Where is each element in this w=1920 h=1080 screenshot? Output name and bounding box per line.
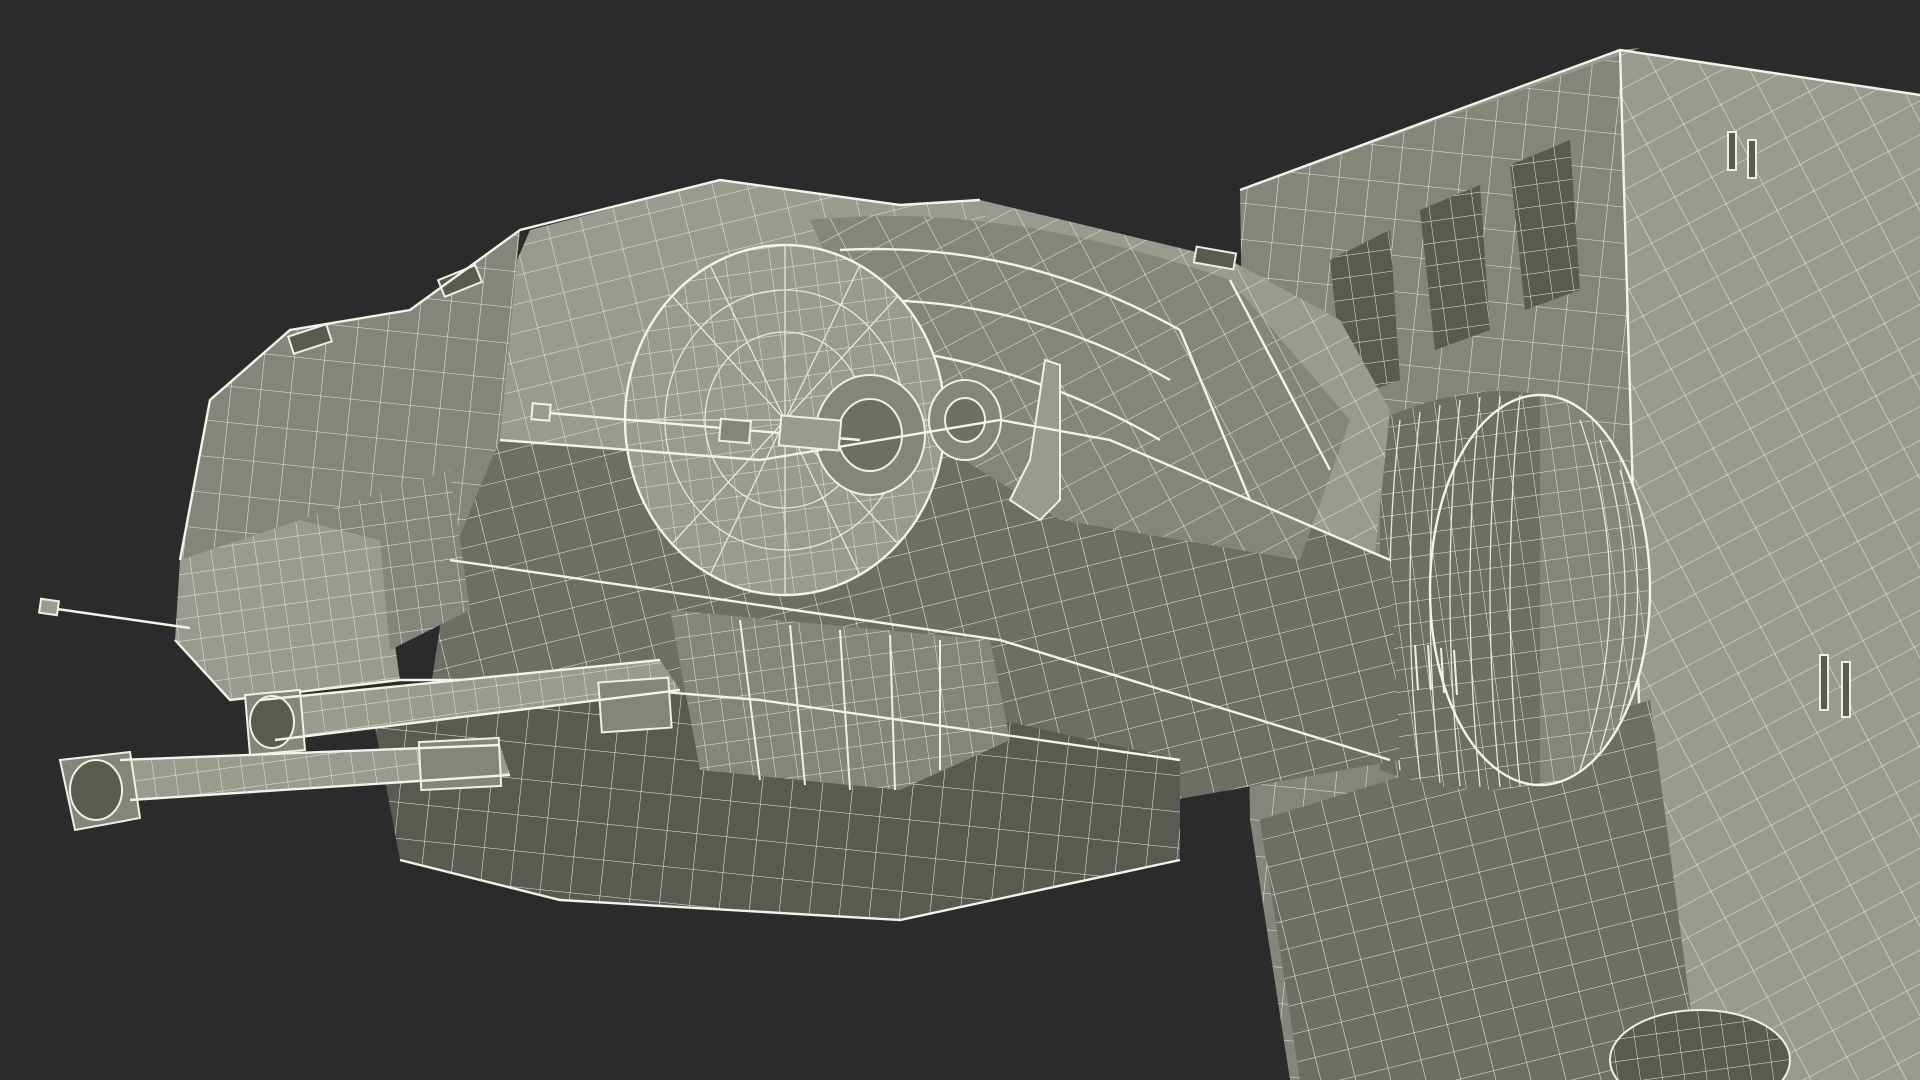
wireframe-svg xyxy=(0,0,1920,1080)
walker-neck xyxy=(1380,390,1652,790)
wireframe-render xyxy=(0,0,1920,1080)
